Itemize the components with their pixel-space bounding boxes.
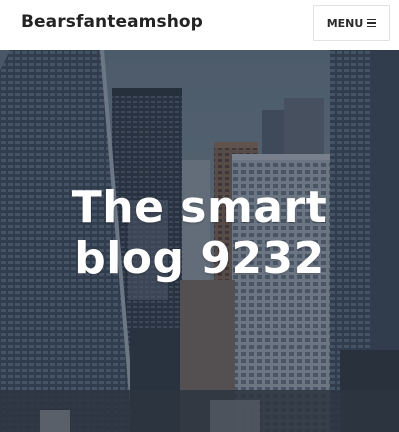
- hero-title-line-1: The smart: [71, 182, 328, 233]
- hero-title-line-2: blog 9232: [74, 233, 325, 284]
- site-header: Bearsfanteamshop MENU: [0, 0, 399, 50]
- menu-button[interactable]: MENU: [313, 5, 390, 41]
- site-title-link[interactable]: Bearsfanteamshop: [21, 12, 203, 32]
- hero-banner: The smart blog 9232: [0, 50, 399, 432]
- menu-label: MENU: [326, 16, 364, 30]
- hero-title: The smart blog 9232: [0, 182, 399, 284]
- hamburger-icon: [367, 18, 377, 28]
